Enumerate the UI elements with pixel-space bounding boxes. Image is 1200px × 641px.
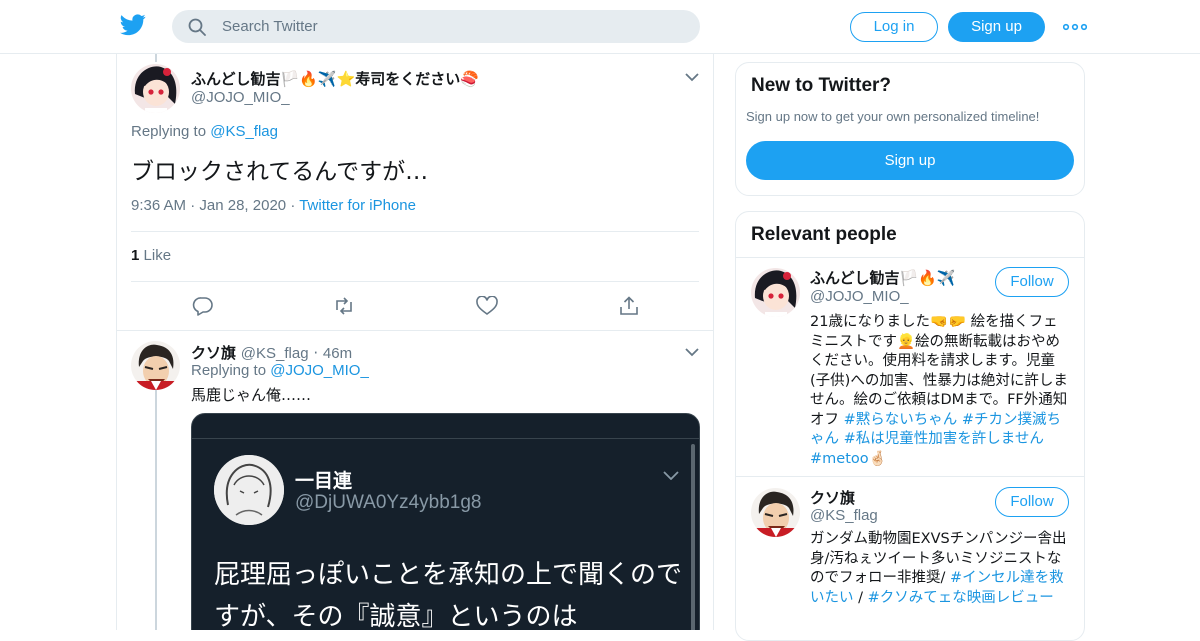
chevron-down-icon[interactable] <box>685 347 699 357</box>
person-handle[interactable]: @JOJO_MIO_ <box>810 288 909 305</box>
card-title: New to Twitter? <box>751 75 892 96</box>
relevant-people-card: Relevant people ふんどし勧吉🏳️🔥✈️ @JOJO_MIO_ F… <box>735 211 1085 641</box>
reply-author-name[interactable]: クソ旗 <box>191 344 236 362</box>
person-name[interactable]: ふんどし勧吉🏳️🔥✈️ <box>810 267 956 288</box>
replying-prefix: Replying to <box>131 123 207 140</box>
retweet-icon[interactable] <box>333 296 355 316</box>
replying-to: Replying to @JOJO_MIO_ <box>191 362 369 379</box>
media-avatar <box>214 455 284 525</box>
twitter-bird-icon[interactable] <box>120 14 146 36</box>
tweet-author-name[interactable]: ふんどし勧吉🏳️🔥✈️⭐寿司をください🍣 <box>191 68 479 89</box>
follow-button[interactable]: Follow <box>995 487 1069 517</box>
card-subtitle: Sign up now to get your own personalized… <box>746 109 1040 124</box>
tweet-text: ブロックされてるんですが… <box>131 159 429 185</box>
new-to-twitter-card: New to Twitter? Sign up now to get your … <box>735 62 1085 196</box>
divider <box>736 257 1084 258</box>
meta-separator: · <box>313 344 319 362</box>
reply-icon[interactable] <box>192 296 214 316</box>
media-text: 屁理屈っぽいことを承知の上で聞くのですが、その『誠意』というのは <box>214 560 683 630</box>
replying-to-link[interactable]: @JOJO_MIO_ <box>270 362 369 379</box>
avatar[interactable] <box>131 341 180 390</box>
replying-to-link[interactable]: @KS_flag <box>210 123 278 140</box>
divider <box>736 476 1084 477</box>
meta-separator: · <box>190 197 196 214</box>
chevron-down-icon[interactable] <box>685 72 699 82</box>
avatar[interactable] <box>751 488 800 537</box>
bio-text: 21歳になりました🤜🤛 絵を描くフェミニストです👱絵の無断転載はおやめください。… <box>810 314 1068 428</box>
person-handle[interactable]: @KS_flag <box>810 507 878 524</box>
meta-separator: · <box>290 197 296 214</box>
tweet-text: 馬鹿じゃん俺…… <box>191 386 312 404</box>
more-dots-icon[interactable] <box>1063 20 1087 34</box>
media-handle: @DjUWA0Yz4ybb1g8 <box>295 492 482 513</box>
media-name: 一目連 <box>295 470 353 492</box>
top-bar: Search Twitter Log in Sign up <box>0 0 1200 54</box>
reply-author-handle[interactable]: @KS_flag <box>241 345 309 362</box>
thread-connector <box>155 54 157 62</box>
tweet-time[interactable]: 9:36 AM <box>131 197 186 214</box>
tweet-source[interactable]: Twitter for iPhone <box>299 197 416 214</box>
avatar[interactable] <box>751 268 800 317</box>
share-icon[interactable] <box>618 296 640 316</box>
like-label: Like <box>143 247 172 264</box>
chevron-down-icon <box>663 471 679 480</box>
divider <box>117 330 713 331</box>
bio-text: 🤞🏻 <box>868 450 887 467</box>
timeline-column: ふんどし勧吉🏳️🔥✈️⭐寿司をください🍣 @JOJO_MIO_ Replying… <box>116 54 714 630</box>
hashtag-link[interactable]: #クソみてェな映画レビュー <box>868 590 1054 606</box>
signup-button[interactable]: Sign up <box>948 12 1045 42</box>
hashtag-link[interactable]: #黙らないちゃん <box>844 412 958 428</box>
person-bio: 21歳になりました🤜🤛 絵を描くフェミニストです👱絵の無断転載はおやめください。… <box>810 313 1070 469</box>
search-input[interactable]: Search Twitter <box>222 18 318 35</box>
like-icon[interactable] <box>476 296 498 316</box>
search-icon <box>188 18 206 36</box>
hashtag-link[interactable]: #私は児童性加害を許しません <box>844 431 1044 447</box>
tweet-meta: 9:36 AM · Jan 28, 2020 · Twitter for iPh… <box>131 197 416 214</box>
follow-button[interactable]: Follow <box>995 267 1069 297</box>
tweet-media-image[interactable]: 一目連 @DjUWA0Yz4ybb1g8 屁理屈っぽいことを承知の上で聞くのです… <box>191 413 700 630</box>
person-bio: ガンダム動物園EXVSチンパンジー舎出身/汚ねぇツイート多いミソジニストなのでフ… <box>810 530 1070 608</box>
sidebar-signup-button[interactable]: Sign up <box>746 141 1074 180</box>
media-scrollbar <box>691 444 695 630</box>
person-name[interactable]: クソ旗 <box>810 487 855 508</box>
thread-connector <box>155 390 157 630</box>
avatar[interactable] <box>131 64 180 113</box>
search-box[interactable]: Search Twitter <box>172 10 700 43</box>
replying-to: Replying to @KS_flag <box>131 123 278 140</box>
reply-time[interactable]: 46m <box>323 345 352 362</box>
divider <box>131 231 699 232</box>
card-title: Relevant people <box>751 224 897 245</box>
bio-separator: / <box>853 589 868 606</box>
tweet-date[interactable]: Jan 28, 2020 <box>199 197 286 214</box>
divider <box>131 281 699 282</box>
tweet-author-handle[interactable]: @JOJO_MIO_ <box>191 89 290 106</box>
like-count: 1 <box>131 247 140 264</box>
media-divider <box>192 438 699 439</box>
reply-author: クソ旗 @KS_flag · 46m <box>191 342 352 363</box>
login-button[interactable]: Log in <box>850 12 938 42</box>
replying-prefix: Replying to <box>191 362 267 379</box>
hashtag-link[interactable]: #metoo <box>810 451 869 467</box>
like-count-row[interactable]: 1 Like <box>131 247 171 264</box>
